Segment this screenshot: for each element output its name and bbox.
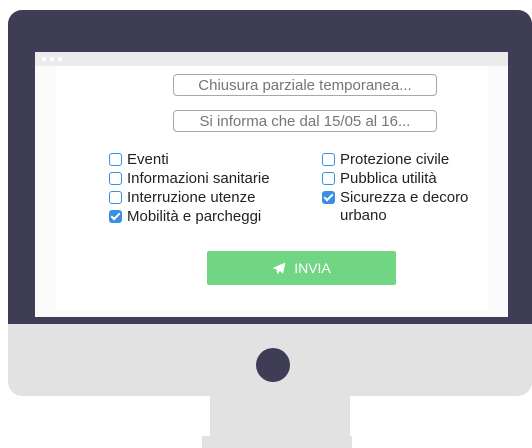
window-dot-icon	[58, 57, 62, 61]
category-checkbox-eventi[interactable]: Eventi	[109, 151, 289, 169]
category-checkbox-interruzione-utenze[interactable]: Interruzione utenze	[109, 189, 289, 207]
monitor: Eventi Informazioni sanitarie Interruzio…	[8, 10, 532, 396]
category-checkbox-informazioni-sanitarie[interactable]: Informazioni sanitarie	[109, 170, 289, 188]
category-label: Protezione civile	[340, 151, 450, 168]
message-input[interactable]	[173, 110, 437, 132]
category-label: Sicurezza e decoro urbano	[340, 189, 469, 224]
category-checkbox-sicurezza-e-decoro-urbano[interactable]: Sicurezza e decoro urbano	[322, 189, 502, 225]
category-list-right: Protezione civile Pubblica utilità Sicur…	[322, 151, 502, 226]
notification-form: Eventi Informazioni sanitarie Interruzio…	[56, 66, 488, 311]
window-dot-icon	[50, 57, 54, 61]
category-label: Pubblica utilità	[340, 170, 437, 187]
category-checkbox-protezione-civile[interactable]: Protezione civile	[322, 151, 502, 169]
paper-plane-icon	[272, 262, 286, 274]
monitor-stand	[210, 396, 350, 436]
send-button[interactable]: INVIA	[207, 251, 396, 285]
category-label: Eventi	[127, 151, 169, 168]
send-button-label: INVIA	[294, 260, 331, 276]
checkbox-checked-icon[interactable]	[322, 191, 335, 204]
checkbox-icon[interactable]	[109, 153, 122, 166]
checkbox-icon[interactable]	[322, 172, 335, 185]
monitor-bezel: Eventi Informazioni sanitarie Interruzio…	[8, 10, 532, 324]
category-list-left: Eventi Informazioni sanitarie Interruzio…	[109, 151, 289, 227]
checkbox-icon[interactable]	[109, 172, 122, 185]
category-label: Interruzione utenze	[127, 189, 256, 206]
monitor-foot	[202, 436, 352, 448]
window-title-bar	[35, 52, 508, 66]
window-dot-icon	[42, 57, 46, 61]
checkbox-icon[interactable]	[322, 153, 335, 166]
subject-input[interactable]	[173, 74, 437, 96]
category-label: Informazioni sanitarie	[127, 170, 270, 187]
category-checkbox-mobilita-e-parcheggi[interactable]: Mobilità e parcheggi	[109, 208, 289, 226]
category-checkbox-pubblica-utilita[interactable]: Pubblica utilità	[322, 170, 502, 188]
checkbox-checked-icon[interactable]	[109, 210, 122, 223]
camera-dot	[256, 348, 290, 382]
screen: Eventi Informazioni sanitarie Interruzio…	[35, 52, 508, 317]
checkbox-icon[interactable]	[109, 191, 122, 204]
category-label: Mobilità e parcheggi	[127, 208, 262, 225]
